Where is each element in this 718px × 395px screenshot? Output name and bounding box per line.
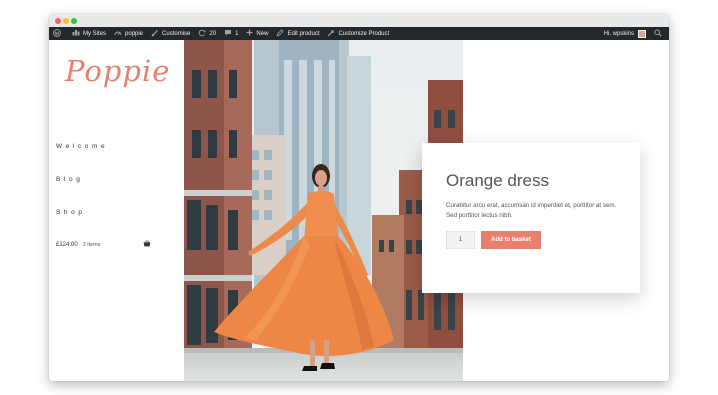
avatar bbox=[638, 29, 646, 38]
browser-titlebar bbox=[49, 14, 669, 27]
updates-count: 20 bbox=[209, 30, 217, 37]
greeting-label: Hi, wpskins bbox=[603, 30, 634, 37]
storefront-page: Poppie Welcome Blog Shop £124.00 2 items bbox=[49, 40, 669, 381]
edit-product-label: Edit product bbox=[287, 30, 320, 37]
pencil-icon bbox=[276, 28, 285, 39]
site-name-menu[interactable]: poppie bbox=[110, 27, 147, 40]
comment-icon bbox=[224, 29, 232, 39]
updates-icon bbox=[198, 29, 207, 39]
wp-logo-menu[interactable] bbox=[49, 27, 68, 40]
comments-count: 1 bbox=[235, 30, 239, 37]
search-icon bbox=[654, 28, 662, 39]
product-description: Curabitur arcu erat, accumsan id imperdi… bbox=[446, 202, 617, 219]
wordpress-icon bbox=[53, 28, 61, 39]
nav-item-shop[interactable]: Shop bbox=[56, 209, 86, 216]
customize-product-link[interactable]: Customize Product bbox=[323, 27, 393, 40]
updates-link[interactable]: 20 bbox=[194, 27, 220, 40]
minimize-window-button[interactable] bbox=[63, 18, 69, 24]
nav-item-welcome[interactable]: Welcome bbox=[56, 143, 108, 150]
brush-icon bbox=[151, 29, 159, 39]
maximize-window-button[interactable] bbox=[71, 18, 77, 24]
customise-label: Customise bbox=[162, 30, 191, 37]
wp-admin-bar: My Sites poppie Customise 20 1 New Edit … bbox=[49, 27, 669, 40]
browser-window: My Sites poppie Customise 20 1 New Edit … bbox=[49, 14, 669, 381]
admin-search[interactable] bbox=[650, 27, 669, 40]
hammer-icon bbox=[327, 29, 335, 39]
close-window-button[interactable] bbox=[55, 18, 61, 24]
comments-link[interactable]: 1 bbox=[220, 27, 242, 40]
product-title: Orange dress bbox=[446, 171, 549, 190]
new-content-menu[interactable]: New bbox=[242, 27, 272, 40]
my-sites-label: My Sites bbox=[83, 30, 107, 37]
admin-bar-right: Hi, wpskins bbox=[600, 27, 669, 40]
site-name-label: poppie bbox=[125, 30, 144, 37]
quantity-input[interactable]: 1 bbox=[446, 231, 475, 249]
cart-amount: £124.00 bbox=[56, 241, 78, 248]
cart-item-count: 2 items bbox=[82, 241, 101, 248]
product-summary-card: Orange dress Curabitur arcu erat, accums… bbox=[422, 143, 640, 293]
sites-icon bbox=[72, 29, 80, 38]
basket-icon bbox=[143, 240, 151, 249]
add-to-basket-button[interactable]: Add to basket bbox=[481, 231, 541, 249]
nav-item-blog[interactable]: Blog bbox=[56, 176, 83, 183]
mini-cart[interactable]: £124.00 2 items bbox=[56, 240, 151, 249]
account-menu[interactable]: Hi, wpskins bbox=[600, 27, 650, 40]
customise-link[interactable]: Customise bbox=[147, 27, 194, 40]
customize-product-label: Customize Product bbox=[338, 30, 390, 37]
new-label: New bbox=[256, 30, 269, 37]
site-logo[interactable]: Poppie bbox=[65, 54, 170, 88]
edit-product-link[interactable]: Edit product bbox=[272, 27, 323, 40]
plus-icon bbox=[246, 29, 253, 38]
dashboard-icon bbox=[114, 29, 122, 38]
my-sites-menu[interactable]: My Sites bbox=[68, 27, 110, 40]
